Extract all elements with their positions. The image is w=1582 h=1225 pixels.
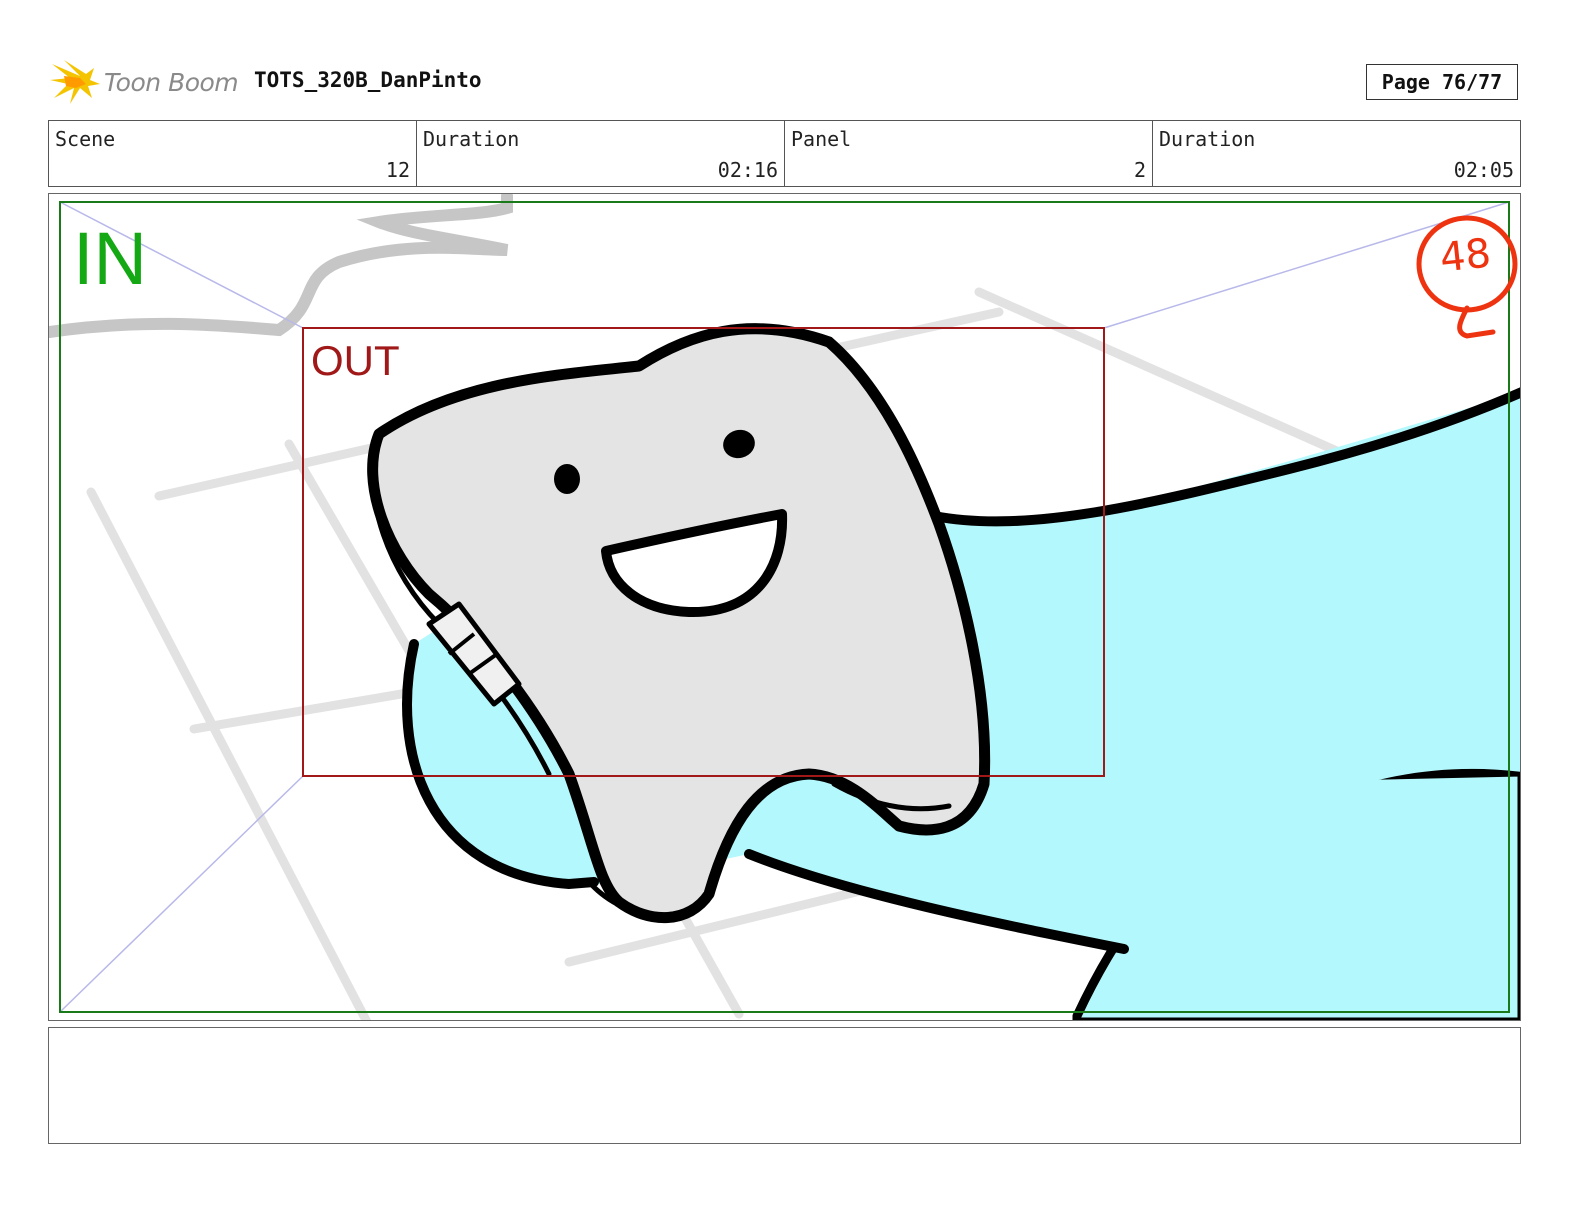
scene-value: 12 (385, 158, 410, 182)
scene-duration-value: 02:16 (717, 158, 778, 182)
logo-text: Toon Boom (104, 67, 239, 97)
starburst-icon (50, 60, 100, 104)
page-indicator: Page 76/77 (1366, 64, 1518, 100)
panel-duration-cell: Duration 02:05 (1153, 121, 1520, 186)
scene-duration-label: Duration (423, 127, 520, 151)
panel-duration-label: Duration (1159, 127, 1256, 151)
panel-duration-value: 02:05 (1453, 158, 1514, 182)
panel-value: 2 (1133, 158, 1146, 182)
frame-number-text: 48 (1437, 230, 1494, 282)
tooth-left-eye (554, 464, 580, 494)
panel-label: Panel (791, 127, 852, 151)
panel-notes-box (48, 1027, 1521, 1144)
project-title: TOTS_320B_DanPinto (254, 68, 482, 92)
scene-info-table: Scene 12 Duration 02:16 Panel 2 Duration… (48, 120, 1521, 187)
out-field-label: OUT (311, 337, 400, 384)
panel-drawing (49, 194, 1520, 1020)
scene-label: Scene (55, 127, 116, 151)
scene-cell: Scene 12 (49, 121, 417, 186)
scene-duration-cell: Duration 02:16 (417, 121, 785, 186)
in-field-label: IN (73, 217, 147, 300)
toon-boom-logo: Toon Boom (50, 58, 239, 106)
storyboard-panel: IN OUT 48 (48, 193, 1521, 1021)
panel-cell: Panel 2 (785, 121, 1153, 186)
